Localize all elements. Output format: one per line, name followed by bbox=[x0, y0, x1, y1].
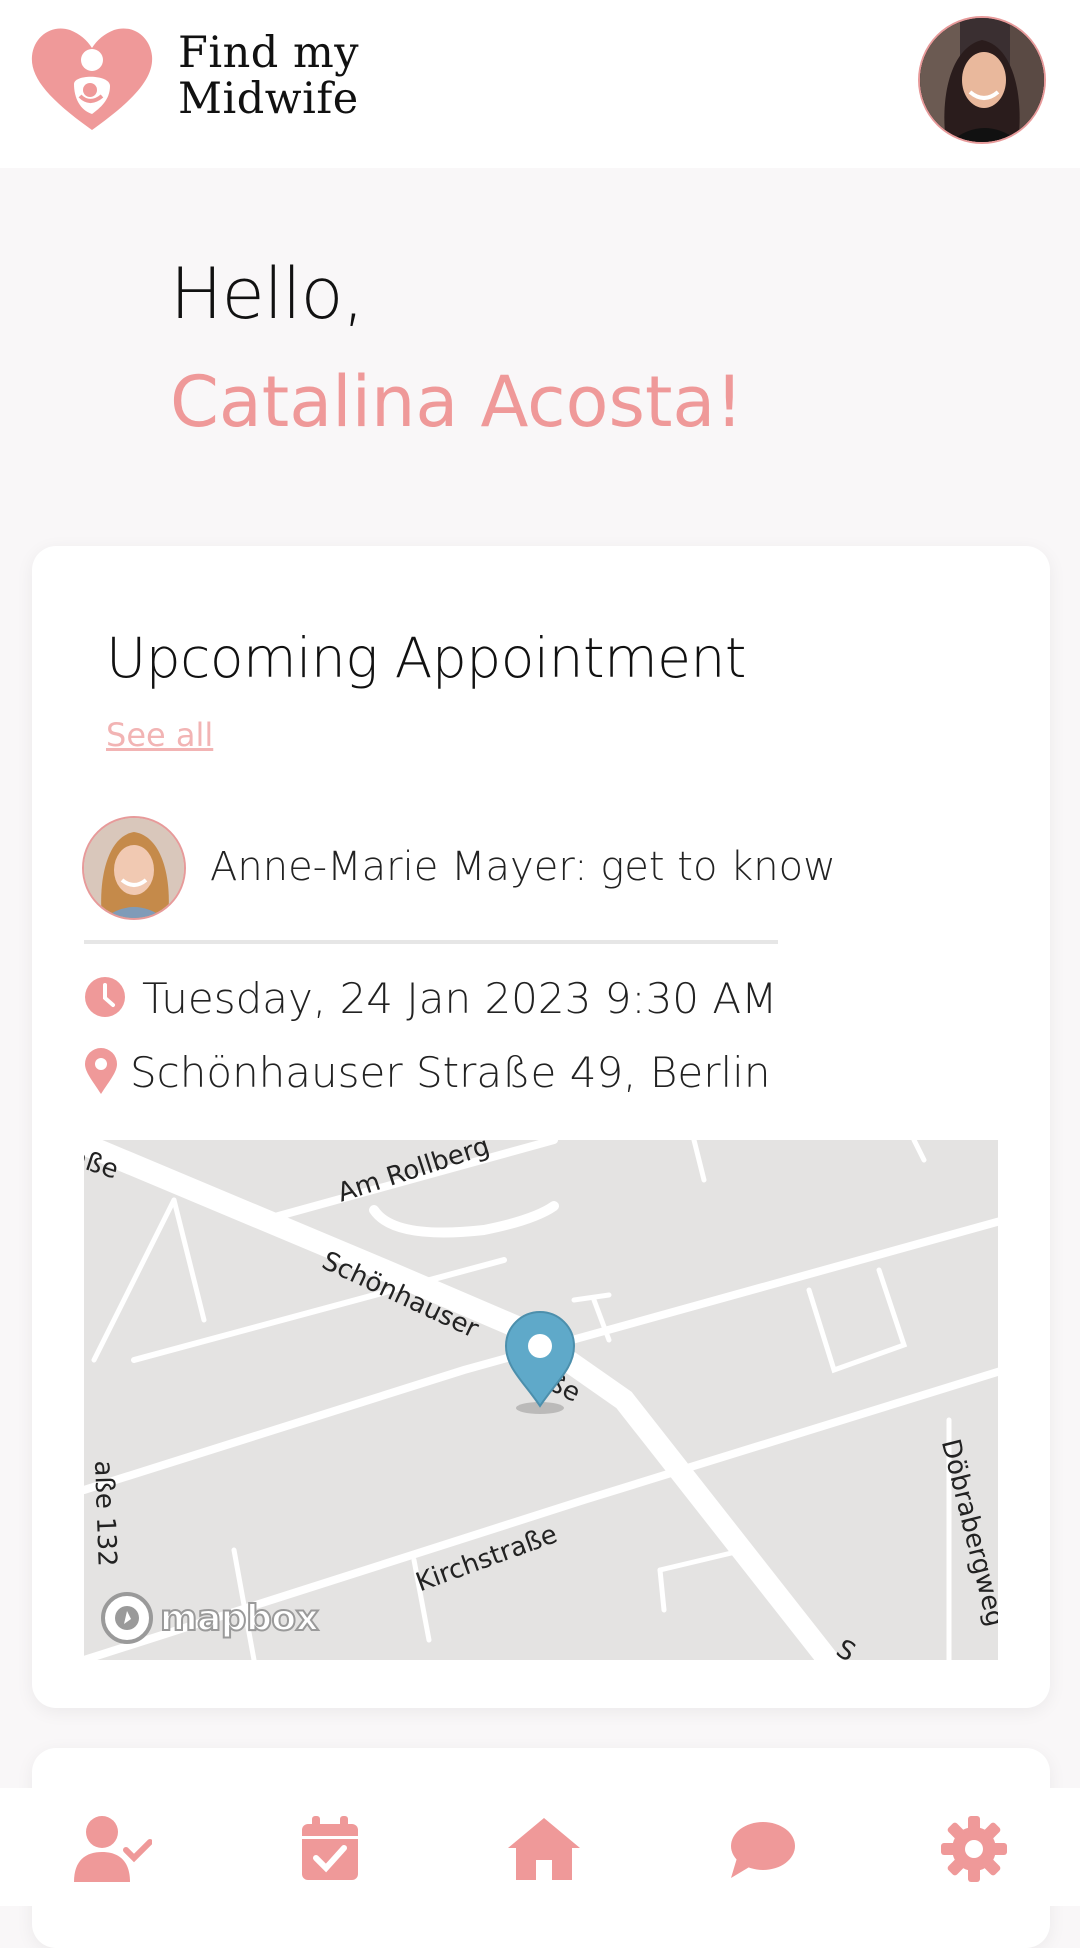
user-avatar[interactable] bbox=[918, 16, 1046, 144]
map-pin-icon[interactable] bbox=[502, 1310, 578, 1414]
user-photo-icon bbox=[920, 18, 1044, 142]
midwife-photo-icon bbox=[84, 818, 184, 918]
upcoming-appointment-card: Upcoming Appointment See all Anne-Marie … bbox=[32, 546, 1050, 1708]
mapbox-logo-icon bbox=[101, 1592, 153, 1644]
app-header: Find my Midwife bbox=[0, 0, 1080, 168]
brand-name: Find my Midwife bbox=[178, 30, 378, 122]
street-label-partial-left: aße 132 bbox=[88, 1460, 122, 1568]
nav-home[interactable] bbox=[504, 1814, 584, 1884]
clock-icon bbox=[85, 977, 125, 1017]
appointment-map[interactable]: Am Rollberg Schönhauser aße Kirchstraße … bbox=[84, 1140, 998, 1660]
appointment-title: Anne-Marie Mayer: get to know bbox=[210, 844, 836, 890]
profile-check-icon bbox=[74, 1816, 152, 1882]
nav-profile[interactable] bbox=[72, 1814, 152, 1884]
midwife-avatar[interactable] bbox=[82, 816, 186, 920]
chat-icon bbox=[731, 1822, 795, 1878]
nav-messages[interactable] bbox=[722, 1814, 802, 1884]
location-pin-icon bbox=[85, 1048, 117, 1094]
nav-settings[interactable] bbox=[934, 1814, 1014, 1884]
appointment-datetime: Tuesday, 24 Jan 2023 9:30 AM bbox=[142, 974, 778, 1023]
home-icon bbox=[508, 1818, 580, 1880]
greeting-user-name: Catalina Acosta! bbox=[170, 361, 744, 443]
calendar-check-icon bbox=[302, 1816, 358, 1880]
mapbox-attribution[interactable]: mapbox bbox=[100, 1590, 320, 1646]
heart-mother-baby-icon[interactable] bbox=[30, 26, 154, 136]
settings-icon bbox=[941, 1816, 1007, 1882]
brand-line-2: Midwife bbox=[178, 74, 359, 124]
bottom-navigation bbox=[0, 1788, 1080, 1906]
nav-appointments[interactable] bbox=[290, 1814, 370, 1884]
appointment-address: Schönhauser Straße 49, Berlin bbox=[130, 1048, 771, 1097]
greeting-hello: Hello, bbox=[170, 253, 365, 335]
card-title: Upcoming Appointment bbox=[106, 626, 746, 690]
divider bbox=[84, 940, 778, 944]
brand-line-1: Find my bbox=[178, 28, 360, 78]
see-all-link[interactable]: See all bbox=[106, 716, 213, 754]
mapbox-wordmark: mapbox bbox=[159, 1597, 320, 1640]
